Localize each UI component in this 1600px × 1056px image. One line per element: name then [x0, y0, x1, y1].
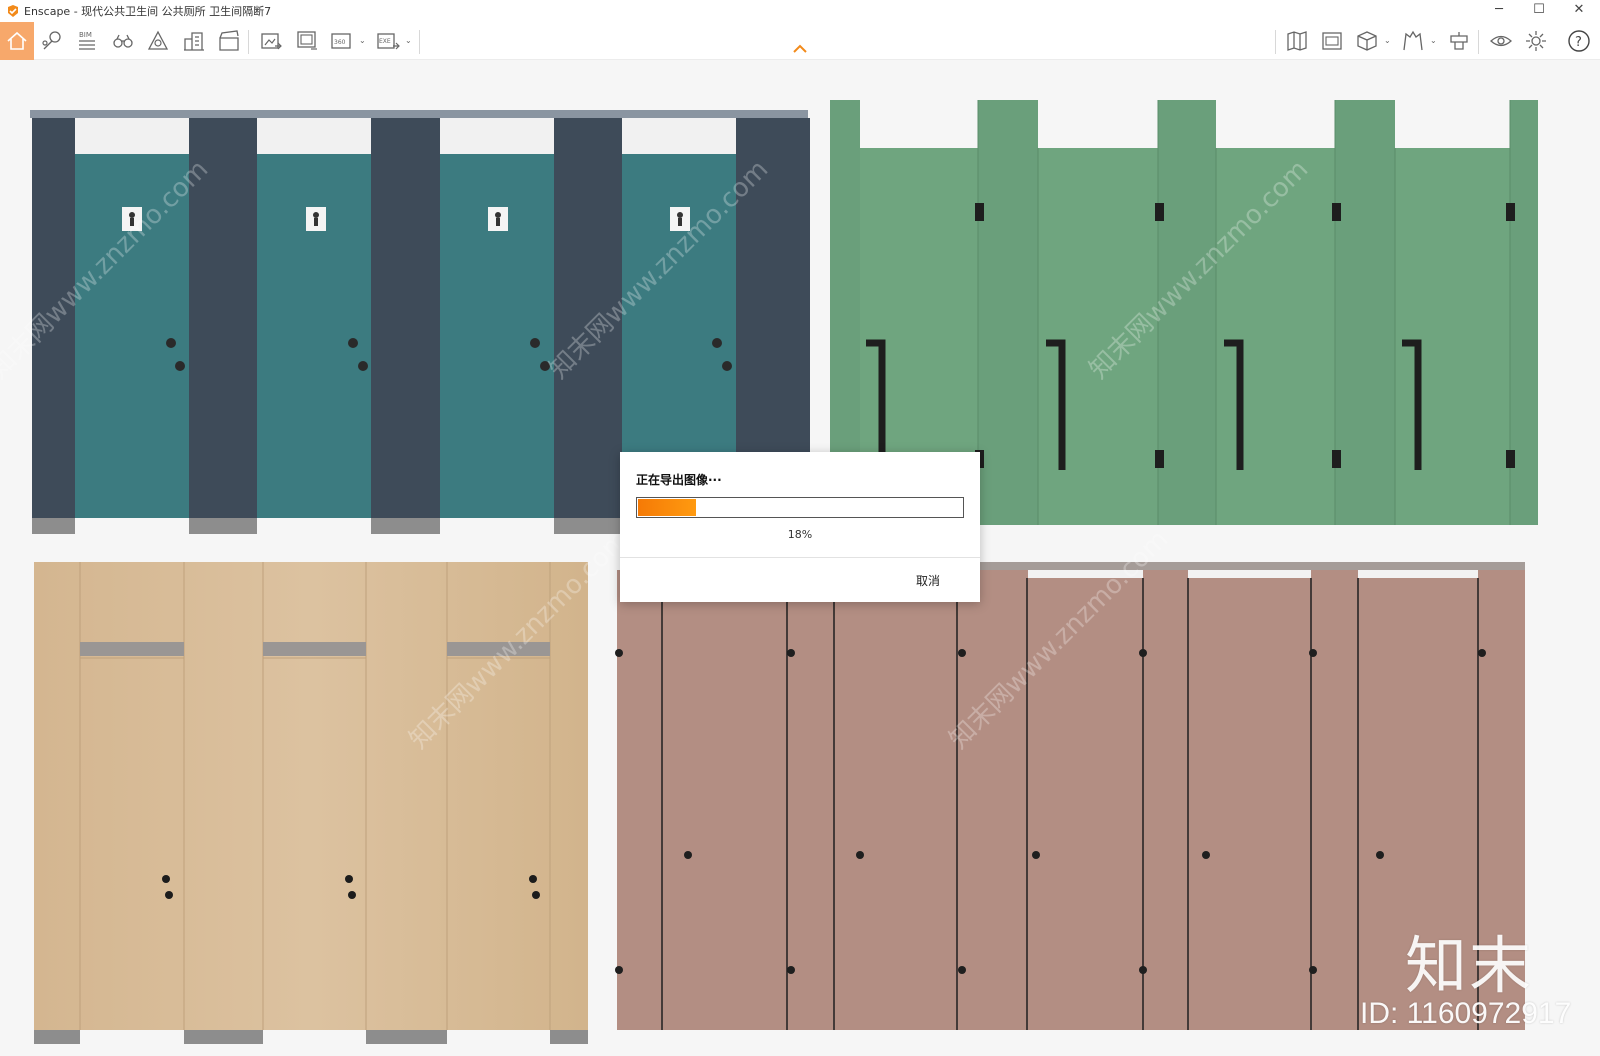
- enscape-logo-icon: [6, 3, 20, 17]
- screenshot-export-icon: [261, 33, 282, 50]
- collapse-toolbar-icon[interactable]: [790, 42, 810, 56]
- cube-view-icon: [1357, 31, 1377, 51]
- bim-label: BIM: [79, 31, 92, 39]
- watermark-logo: 知末: [1405, 929, 1534, 1002]
- minimize-button[interactable]: ─: [1479, 0, 1519, 20]
- atlas-icon: [147, 30, 169, 50]
- batch-export-icon: [297, 31, 317, 50]
- toolbar-separator: [1478, 30, 1479, 54]
- window-title: Enscape - 现代公共卫生间 公共厕所 卫生间隔断7: [24, 5, 272, 18]
- progress-bar: [636, 497, 964, 518]
- render-settings-icon: [1450, 32, 1468, 50]
- title-bar: Enscape - 现代公共卫生间 公共厕所 卫生间隔断7 ─ ☐ ✕: [0, 0, 1600, 22]
- settings-button[interactable]: [1521, 26, 1551, 56]
- svg-text:?: ?: [1575, 35, 1582, 50]
- export-progress-dialog: 正在导出图像··· 18% 取消: [620, 452, 980, 602]
- bim-list-icon: BIM: [79, 31, 95, 50]
- map-icon: [1287, 31, 1307, 51]
- walk-mode-button[interactable]: [108, 26, 138, 56]
- toolbar-separator: [1275, 30, 1276, 54]
- map-button[interactable]: [1282, 26, 1312, 56]
- render-settings-button[interactable]: [1444, 26, 1474, 56]
- panorama-button[interactable]: 360: [327, 26, 357, 56]
- progress-bar-fill: [638, 499, 696, 516]
- clapperboard-icon: [219, 30, 239, 51]
- binoculars-icon: [113, 34, 133, 48]
- material-editor-icon: [1403, 30, 1423, 51]
- home-button[interactable]: [0, 22, 34, 60]
- buildings-icon: [184, 32, 204, 51]
- visual-settings-icon: [1490, 35, 1512, 47]
- panorama-360-icon: 360: [331, 33, 351, 49]
- visual-settings-button[interactable]: [1486, 26, 1516, 56]
- help-button[interactable]: ?: [1564, 26, 1594, 56]
- help-icon: ?: [1568, 30, 1590, 52]
- toolbar: BIM 360 ⌄ EXE ⌄ ⌄ ⌄ ?: [0, 22, 1600, 60]
- panorama-dropdown-icon[interactable]: ⌄: [359, 36, 366, 45]
- asset-library-icon: [1322, 32, 1342, 50]
- watermark-id: ID: 1160972917: [1360, 997, 1572, 1030]
- cube-dropdown-icon[interactable]: ⌄: [1384, 36, 1391, 45]
- views-button[interactable]: [37, 26, 67, 56]
- progress-percent: 18%: [787, 528, 813, 541]
- exe-dropdown-icon[interactable]: ⌄: [405, 36, 412, 45]
- material-dropdown-icon[interactable]: ⌄: [1430, 36, 1437, 45]
- atmosphere-button[interactable]: [143, 26, 173, 56]
- panorama-label: 360: [334, 39, 346, 46]
- bim-button[interactable]: BIM: [72, 26, 102, 56]
- screenshot-button[interactable]: [256, 26, 286, 56]
- video-editor-button[interactable]: [214, 26, 244, 56]
- dialog-title: 正在导出图像···: [636, 473, 722, 487]
- exe-export-button[interactable]: EXE: [373, 26, 403, 56]
- material-editor-button[interactable]: [1398, 26, 1428, 56]
- asset-library-button[interactable]: [1317, 26, 1347, 56]
- exe-export-icon: EXE: [377, 33, 400, 50]
- cancel-button[interactable]: 取消: [916, 572, 940, 589]
- pin-icon: [42, 31, 61, 50]
- batch-render-button[interactable]: [292, 26, 322, 56]
- sites-button[interactable]: [179, 26, 209, 56]
- dialog-divider: [620, 557, 980, 558]
- maximize-button[interactable]: ☐: [1519, 0, 1559, 20]
- exe-label: EXE: [379, 38, 391, 45]
- close-button[interactable]: ✕: [1559, 0, 1599, 20]
- home-icon: [7, 31, 27, 50]
- toolbar-separator: [419, 30, 420, 54]
- cube-view-button[interactable]: [1352, 26, 1382, 56]
- gear-icon: [1526, 31, 1546, 51]
- toolbar-separator: [248, 30, 249, 54]
